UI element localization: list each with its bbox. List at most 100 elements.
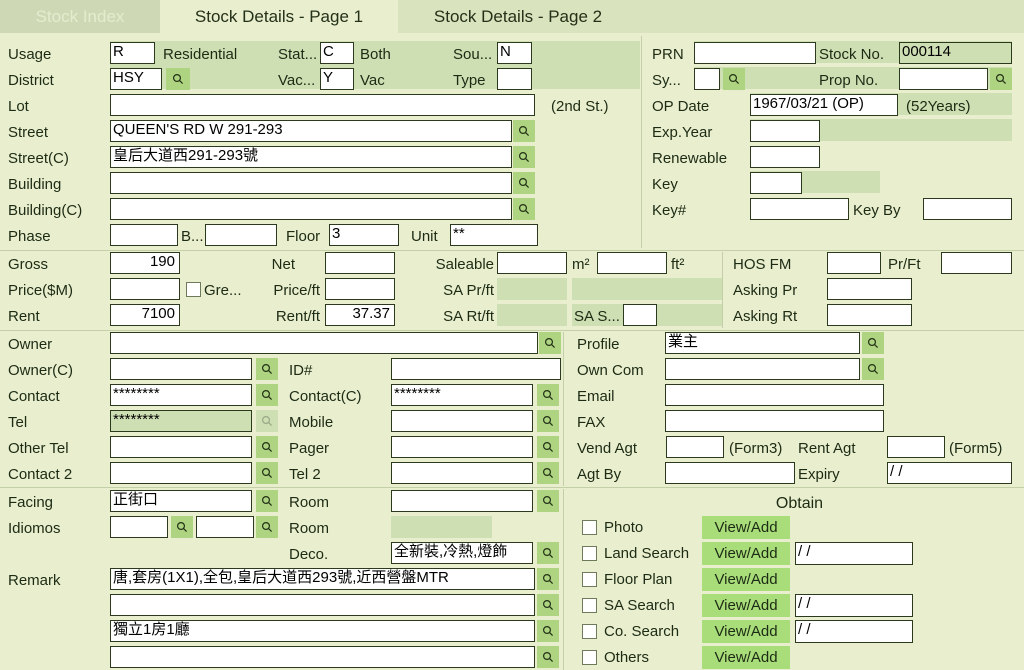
obtain-view-add-photo[interactable]: View/Add: [702, 516, 790, 539]
own-com-input[interactable]: [665, 358, 860, 380]
tel2-search-button[interactable]: [537, 462, 559, 484]
gross-input[interactable]: 190: [110, 252, 180, 274]
obtain-view-add-sa-search[interactable]: View/Add: [702, 594, 790, 617]
profile-search-button[interactable]: [862, 332, 884, 354]
agt-by-input[interactable]: [665, 462, 795, 484]
obtain-checkbox-co-search[interactable]: [582, 624, 597, 639]
phase-input[interactable]: [110, 224, 178, 246]
type-code-input[interactable]: [497, 68, 532, 90]
remark-search-button-1[interactable]: [537, 568, 559, 590]
owner-input[interactable]: [110, 332, 538, 354]
own-com-search-button[interactable]: [862, 358, 884, 380]
idiomos-input-1[interactable]: [110, 516, 168, 538]
mobile-search-button[interactable]: [537, 410, 559, 432]
asking-rent-input[interactable]: [827, 304, 912, 326]
contact-input[interactable]: ********: [110, 384, 252, 406]
asking-price-input[interactable]: [827, 278, 912, 300]
fax-input[interactable]: [665, 410, 884, 432]
remark-search-button-2[interactable]: [537, 594, 559, 616]
tab-stock-details-page-1[interactable]: Stock Details - Page 1: [160, 0, 398, 33]
key-input[interactable]: [750, 172, 802, 194]
id-number-input[interactable]: [391, 358, 561, 380]
remark-search-button-4[interactable]: [537, 646, 559, 668]
district-search-button[interactable]: [166, 68, 190, 90]
tab-stock-details-page-2[interactable]: Stock Details - Page 2: [398, 0, 638, 33]
other-tel-search-button[interactable]: [256, 436, 278, 458]
exp-year-input[interactable]: [750, 120, 820, 142]
block-input[interactable]: [205, 224, 277, 246]
deco-input[interactable]: 全新裝,冷熱,燈飾: [391, 542, 533, 564]
square-meter-input[interactable]: [597, 252, 667, 274]
other-tel-input[interactable]: [110, 436, 252, 458]
owner-chinese-search-button[interactable]: [256, 358, 278, 380]
room1-input[interactable]: [391, 490, 533, 512]
contact2-search-button[interactable]: [256, 462, 278, 484]
deco-search-button[interactable]: [537, 542, 559, 564]
profile-input[interactable]: 業主: [665, 332, 860, 354]
key-number-input[interactable]: [750, 198, 849, 220]
contact2-input[interactable]: [110, 462, 252, 484]
obtain-checkbox-others[interactable]: [582, 650, 597, 665]
street-search-button[interactable]: [513, 120, 535, 142]
op-date-input[interactable]: 1967/03/21 (OP): [750, 94, 898, 116]
saleable-input[interactable]: [497, 252, 567, 274]
contact-search-button[interactable]: [256, 384, 278, 406]
building-input[interactable]: [110, 172, 512, 194]
remark-search-button-3[interactable]: [537, 620, 559, 642]
vend-agt-input[interactable]: [666, 436, 724, 458]
obtain-date-sa-search[interactable]: / /: [795, 594, 913, 617]
price-input[interactable]: [110, 278, 180, 300]
net-input[interactable]: [325, 252, 395, 274]
source-code-input[interactable]: N: [497, 42, 532, 64]
obtain-checkbox-photo[interactable]: [582, 520, 597, 535]
rent-input[interactable]: 7100: [110, 304, 180, 326]
obtain-view-add-others[interactable]: View/Add: [702, 646, 790, 669]
hos-fm-input[interactable]: [827, 252, 881, 274]
street-chinese-search-button[interactable]: [513, 146, 535, 168]
rent-agt-input[interactable]: [887, 436, 945, 458]
price-per-ft-input[interactable]: [325, 278, 395, 300]
prop-no-input[interactable]: [899, 68, 988, 90]
facing-search-button[interactable]: [256, 490, 278, 512]
vacancy-code-input[interactable]: Y: [320, 68, 354, 90]
owner-chinese-input[interactable]: [110, 358, 252, 380]
sa-s-input[interactable]: [623, 304, 657, 326]
obtain-date-co-search[interactable]: / /: [795, 620, 913, 643]
obtain-view-add-floor-plan[interactable]: View/Add: [702, 568, 790, 591]
street-chinese-input[interactable]: 皇后大道西291-293號: [110, 146, 512, 168]
district-code-input[interactable]: HSY: [110, 68, 162, 90]
building-search-button[interactable]: [513, 172, 535, 194]
building-chinese-search-button[interactable]: [513, 198, 535, 220]
contact-chinese-search-button[interactable]: [537, 384, 559, 406]
rent-per-ft-input[interactable]: 37.37: [325, 304, 395, 326]
key-by-input[interactable]: [923, 198, 1012, 220]
obtain-date-land-search[interactable]: / /: [795, 542, 913, 565]
contact-chinese-input[interactable]: ********: [391, 384, 533, 406]
room1-search-button[interactable]: [537, 490, 559, 512]
building-chinese-input[interactable]: [110, 198, 512, 220]
obtain-checkbox-land-search[interactable]: [582, 546, 597, 561]
obtain-view-add-co-search[interactable]: View/Add: [702, 620, 790, 643]
expiry-input[interactable]: / /: [887, 462, 1012, 484]
pager-search-button[interactable]: [537, 436, 559, 458]
obtain-view-add-land-search[interactable]: View/Add: [702, 542, 790, 565]
unit-input[interactable]: **: [450, 224, 538, 246]
renewable-input[interactable]: [750, 146, 820, 168]
tab-stock-index[interactable]: Stock Index: [0, 0, 160, 33]
prn-input[interactable]: [694, 42, 816, 64]
street-input[interactable]: QUEEN'S RD W 291-293: [110, 120, 512, 142]
sys-input[interactable]: [694, 68, 720, 90]
remark-input-2[interactable]: [110, 594, 535, 616]
email-input[interactable]: [665, 384, 884, 406]
pager-input[interactable]: [391, 436, 533, 458]
mobile-input[interactable]: [391, 410, 533, 432]
lot-input[interactable]: [110, 94, 535, 116]
green-checkbox[interactable]: [186, 282, 201, 297]
idiomos-search-button-1[interactable]: [171, 516, 193, 538]
obtain-checkbox-sa-search[interactable]: [582, 598, 597, 613]
obtain-checkbox-floor-plan[interactable]: [582, 572, 597, 587]
floor-input[interactable]: 3: [329, 224, 399, 246]
tel2-input[interactable]: [391, 462, 533, 484]
usage-code-input[interactable]: R: [110, 42, 155, 64]
prop-no-search-button[interactable]: [990, 68, 1012, 90]
